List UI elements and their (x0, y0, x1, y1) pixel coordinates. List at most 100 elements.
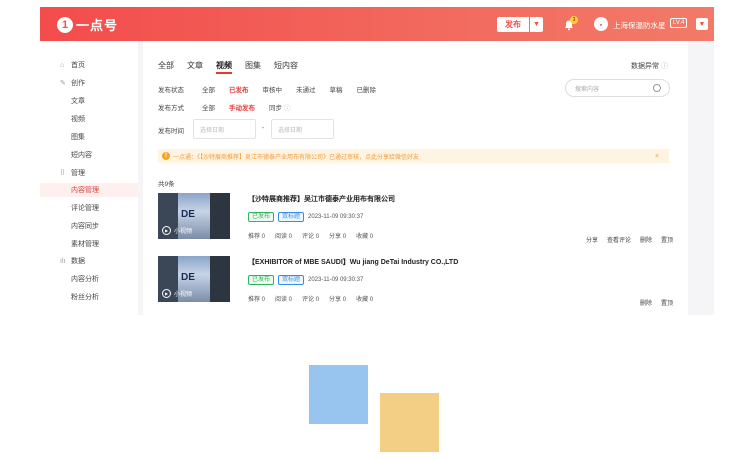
sidebar-item-label: 视频 (71, 116, 85, 123)
close-icon[interactable]: × (655, 153, 659, 160)
status-badge: 已发布 (248, 212, 275, 222)
view-comments-button[interactable]: 查看评论 (607, 235, 631, 244)
sidebar-item-manage[interactable]: ⠿ 管理 (40, 166, 138, 180)
end-date-input[interactable]: 选择日期 (271, 119, 334, 139)
status-option-draft[interactable]: 草稿 (330, 84, 343, 94)
sidebar-item-content-sync[interactable]: 内容同步 (40, 219, 138, 233)
method-option-manual[interactable]: 手动发布 (229, 102, 255, 112)
method-option-all[interactable]: 全部 (202, 102, 215, 112)
sidebar-item-create[interactable]: ✎ 创作 (40, 76, 138, 90)
sidebar-item-data[interactable]: ılı 数据 (40, 254, 138, 268)
time-filter-label: 发布时间 (158, 125, 188, 135)
publish-dropdown-button[interactable]: ▼ (530, 17, 543, 32)
tab-gallery[interactable]: 图集 (245, 60, 261, 71)
tag-badge: 双标题 (278, 275, 305, 285)
sidebar-item-label: 短内容 (71, 152, 92, 159)
pin-button[interactable]: 置顶 (661, 298, 673, 307)
sidebar-item-material-manage[interactable]: 素材管理 (40, 237, 138, 251)
notice-bar[interactable]: ! 一点通：《【沙特展商推荐】吴江市德泰产业用布有限公司》已通过审核，点此分享给… (158, 149, 669, 163)
end-date-placeholder: 选择日期 (278, 127, 303, 134)
status-option-deleted[interactable]: 已删除 (357, 84, 377, 94)
status-badge: 已发布 (248, 275, 275, 285)
stat-share: 分享 0 (329, 297, 347, 303)
top-bar: 1 一点号 发布 ▼ 3 ● 上海保温防水星 LV.4 ▼ (40, 7, 714, 41)
help-icon: ⓘ (283, 105, 291, 112)
user-menu-button[interactable]: ▼ (696, 18, 708, 30)
video-thumbnail[interactable]: ▶ 小视频 (158, 193, 230, 239)
search-icon[interactable] (653, 84, 661, 92)
sidebar-item-content-analysis[interactable]: 内容分析 (40, 272, 138, 286)
thumb-label: 小视频 (174, 229, 193, 235)
sidebar-item-gallery[interactable]: 图集 (40, 130, 138, 144)
status-option-published[interactable]: 已发布 (229, 84, 249, 94)
chevron-down-icon: ▼ (533, 21, 540, 28)
filter-label: 发布方式 (158, 105, 184, 112)
tab-short-content[interactable]: 短内容 (274, 60, 298, 71)
status-filter: 发布状态 全部 已发布 审核中 未通过 草稿 已删除 (158, 84, 376, 94)
sidebar-item-label: 首页 (71, 62, 85, 69)
sidebar-item-fan-analysis[interactable]: 粉丝分析 (40, 290, 138, 304)
sidebar-item-label: 评论管理 (71, 205, 99, 212)
item-timestamp: 2023-11-09 09:30:37 (308, 277, 364, 283)
search-input[interactable]: 搜索内容 (565, 79, 670, 97)
item-timestamp: 2023-11-09 09:30:37 (308, 214, 364, 220)
total-count: 共9条 (158, 181, 175, 188)
sidebar-item-label: 素材管理 (71, 241, 99, 248)
share-button[interactable]: 分享 (586, 235, 598, 244)
stat-favorite: 收藏 0 (356, 234, 374, 240)
tab-article[interactable]: 文章 (187, 60, 203, 71)
stat-comment: 评论 0 (302, 234, 320, 240)
status-option-rejected[interactable]: 未通过 (296, 84, 316, 94)
delete-button[interactable]: 删除 (640, 235, 652, 244)
list-item: ▶ 小视频 【EXHIBITOR of MBE SAUDI】Wu jiang D… (158, 256, 673, 314)
content-tabs: 全部 文章 视频 图集 短内容 (158, 60, 311, 74)
item-title[interactable]: 【EXHIBITOR of MBE SAUDI】Wu jiang DeTai I… (248, 257, 458, 267)
tag-badge: 双标题 (278, 212, 305, 222)
video-thumbnail[interactable]: ▶ 小视频 (158, 256, 230, 302)
stat-read: 阅读 0 (275, 297, 293, 303)
sidebar-item-home[interactable]: ⌂ 首页 (40, 58, 138, 72)
data-anomaly-link[interactable]: 数据异常 ⓘ (631, 61, 668, 71)
filter-label: 发布状态 (158, 87, 184, 94)
date-separator: - (262, 125, 265, 132)
start-date-input[interactable]: 选择日期 (193, 119, 256, 139)
thumb-label: 小视频 (174, 292, 193, 298)
decorative-blue-square (309, 365, 368, 424)
pin-button[interactable]: 置顶 (661, 235, 673, 244)
item-actions: 删除 置顶 (631, 298, 673, 307)
sidebar-item-label: 数据 (71, 258, 85, 265)
method-filter: 发布方式 全部 手动发布 同步 ⓘ (158, 102, 290, 112)
stat-favorite: 收藏 0 (356, 297, 374, 303)
sidebar-item-label: 创作 (71, 80, 85, 87)
sidebar-item-label: 管理 (71, 170, 85, 177)
sidebar-item-label: 粉丝分析 (71, 294, 99, 301)
sidebar-item-short-content[interactable]: 短内容 (40, 148, 138, 162)
thumbnail-image-side (210, 256, 230, 302)
level-badge: LV.4 (670, 18, 688, 28)
status-option-reviewing[interactable]: 审核中 (263, 84, 283, 94)
status-option-all[interactable]: 全部 (202, 84, 215, 94)
tab-video[interactable]: 视频 (216, 60, 232, 74)
delete-button[interactable]: 删除 (640, 298, 652, 307)
publish-button[interactable]: 发布 (497, 17, 529, 32)
sidebar-item-label: 内容分析 (71, 276, 99, 283)
sidebar-item-comment-manage[interactable]: 评论管理 (40, 201, 138, 215)
sidebar-item-content-manage[interactable]: 内容管理 (40, 183, 138, 197)
avatar[interactable]: ● (594, 17, 608, 31)
username[interactable]: 上海保温防水星 (613, 20, 666, 31)
sidebar-item-article[interactable]: 文章 (40, 94, 138, 108)
main-panel: 全部 文章 视频 图集 短内容 数据异常 ⓘ 发布状态 全部 已发布 审核中 未… (143, 41, 688, 315)
warning-icon: ! (162, 152, 170, 160)
item-actions: 分享 查看评论 删除 置顶 (577, 235, 673, 244)
search-placeholder: 搜索内容 (575, 86, 600, 93)
item-title[interactable]: 【沙特展商推荐】吴江市德泰产业用布有限公司 (248, 194, 395, 204)
logo[interactable]: 1 一点号 (57, 15, 118, 34)
method-option-sync[interactable]: 同步 ⓘ (269, 102, 290, 112)
decorative-yellow-square (380, 393, 439, 452)
sidebar-item-video[interactable]: 视频 (40, 112, 138, 126)
sidebar-item-label: 文章 (71, 98, 85, 105)
tab-all[interactable]: 全部 (158, 60, 174, 71)
list-item: ▶ 小视频 【沙特展商推荐】吴江市德泰产业用布有限公司 已发布 双标题 2023… (158, 193, 673, 251)
stat-comment: 评论 0 (302, 297, 320, 303)
home-icon: ⌂ (60, 61, 65, 69)
